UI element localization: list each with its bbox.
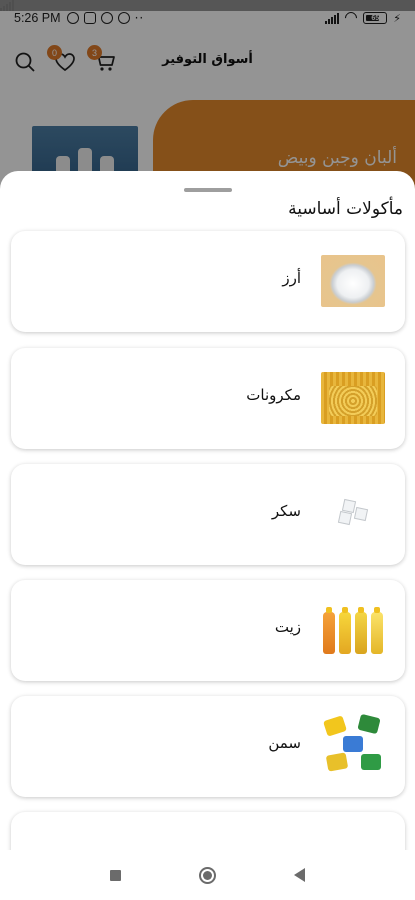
category-card-ghee[interactable]: سمن: [11, 696, 405, 797]
back-button[interactable]: [294, 868, 305, 882]
category-card-rice[interactable]: أرز: [11, 231, 405, 332]
category-card-pasta[interactable]: مكرونات: [11, 348, 405, 449]
oil-bottles-image: [321, 602, 385, 658]
category-label: زيت: [274, 618, 301, 636]
bottom-sheet: مأكولات أساسية أرز مكرونات سكر زيت سمن: [0, 171, 415, 851]
recents-button[interactable]: [110, 869, 121, 881]
rice-image: [321, 255, 385, 307]
sheet-title: مأكولات أساسية: [288, 199, 403, 219]
category-label: أرز: [282, 269, 301, 287]
category-label: سمن: [268, 734, 301, 752]
sugar-cubes-image: [321, 488, 385, 540]
drag-handle[interactable]: [184, 188, 232, 192]
ghee-cans-image: [321, 714, 385, 778]
category-card-partial[interactable]: [11, 812, 405, 851]
home-button[interactable]: [199, 866, 216, 884]
category-card-sugar[interactable]: سكر: [11, 464, 405, 565]
pasta-image: [321, 372, 385, 424]
category-card-oil[interactable]: زيت: [11, 580, 405, 681]
system-nav-bar: [0, 850, 415, 900]
category-label: مكرونات: [246, 386, 301, 404]
category-label: سكر: [271, 502, 301, 520]
